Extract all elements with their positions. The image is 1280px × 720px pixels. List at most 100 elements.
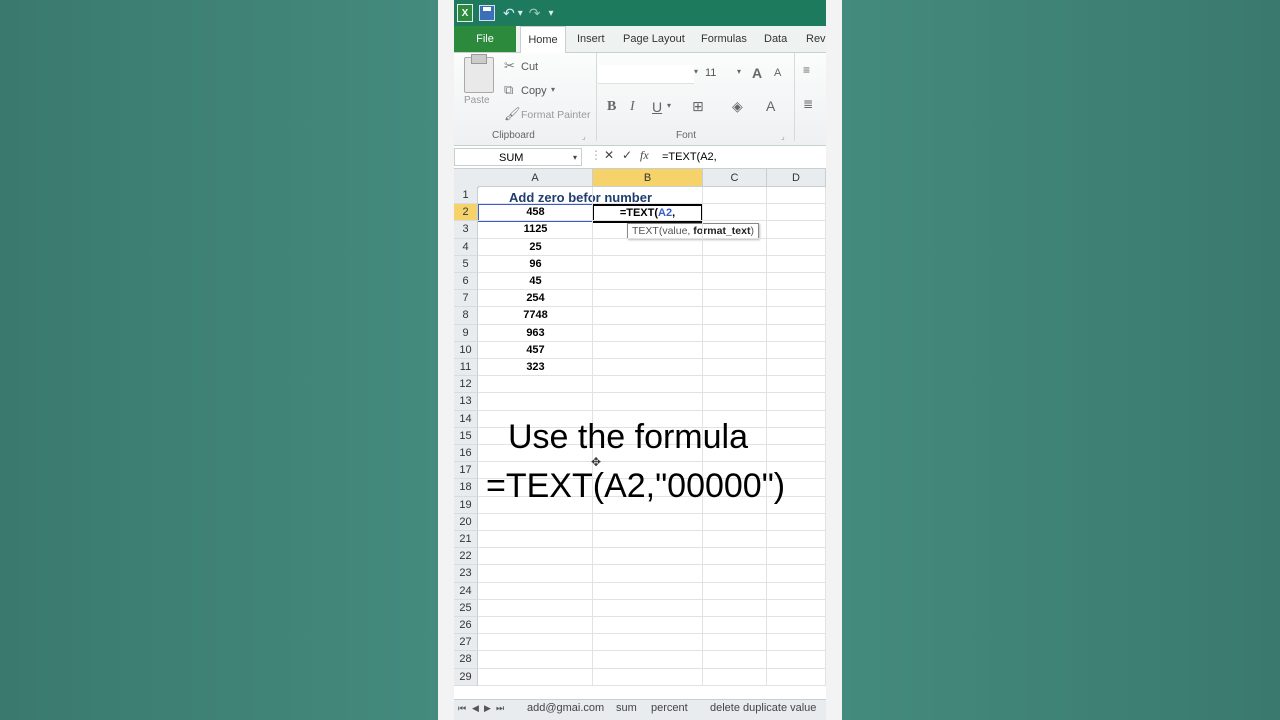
- column-header-a[interactable]: A: [478, 169, 593, 187]
- tab-insert[interactable]: Insert: [577, 26, 605, 52]
- row-header-11[interactable]: 11: [454, 359, 478, 377]
- copy-dropdown-icon[interactable]: ▾: [551, 85, 555, 94]
- enter-icon[interactable]: ✓: [622, 148, 632, 162]
- row-header-13[interactable]: 13: [454, 393, 478, 411]
- customize-icon[interactable]: ▾: [549, 4, 554, 22]
- name-box-dropdown-icon[interactable]: ▾: [573, 149, 577, 167]
- row-header-1[interactable]: 1: [454, 187, 478, 205]
- cell-a3[interactable]: 1125: [478, 221, 593, 238]
- sheet-tab-email[interactable]: add@gmai.com: [527, 702, 604, 714]
- underline-dropdown-icon[interactable]: ▾: [667, 101, 671, 110]
- copy-button[interactable]: Copy: [521, 85, 547, 97]
- row-header-23[interactable]: 23: [454, 565, 478, 583]
- font-launcher-icon[interactable]: ⌟: [781, 132, 785, 141]
- name-box[interactable]: SUM ▾: [454, 148, 582, 166]
- last-sheet-icon[interactable]: ⏭: [496, 703, 504, 714]
- row-header-3[interactable]: 3: [454, 221, 478, 239]
- sheet-tab-sum[interactable]: sum: [616, 702, 637, 714]
- row-header-15[interactable]: 15: [454, 427, 478, 445]
- row-header-6[interactable]: 6: [454, 273, 478, 291]
- cell-a11[interactable]: 323: [478, 359, 593, 376]
- save-icon[interactable]: [479, 5, 495, 21]
- cancel-icon[interactable]: ✕: [604, 148, 614, 162]
- row-header-20[interactable]: 20: [454, 513, 478, 531]
- grow-font-button[interactable]: A: [752, 65, 762, 81]
- cell-a4[interactable]: 25: [478, 239, 593, 256]
- tab-file[interactable]: File: [454, 26, 516, 52]
- cell-a6[interactable]: 45: [478, 273, 593, 290]
- cell-a7[interactable]: 254: [478, 290, 593, 307]
- column-header-d[interactable]: D: [767, 169, 826, 187]
- row-header-10[interactable]: 10: [454, 341, 478, 359]
- underline-button[interactable]: U: [652, 99, 662, 115]
- next-sheet-icon[interactable]: ▶: [484, 703, 491, 714]
- tab-data[interactable]: Data: [764, 26, 787, 52]
- row-header-29[interactable]: 29: [454, 668, 478, 686]
- dropdown-icon[interactable]: ▾: [518, 4, 523, 22]
- font-dropdown-icon[interactable]: ▾: [694, 67, 698, 76]
- row-header-2[interactable]: 2: [454, 204, 478, 222]
- cursor-icon: ✥: [591, 455, 602, 469]
- format-painter-icon[interactable]: 🖌: [504, 106, 521, 122]
- row-header-7[interactable]: 7: [454, 290, 478, 308]
- prev-sheet-icon[interactable]: ◀: [472, 703, 479, 714]
- insert-function-icon[interactable]: fx: [640, 148, 649, 163]
- excel-icon[interactable]: X: [457, 4, 473, 22]
- row-header-19[interactable]: 19: [454, 496, 478, 514]
- row-header-27[interactable]: 27: [454, 634, 478, 652]
- row-header-12[interactable]: 12: [454, 376, 478, 394]
- font-size-dropdown-icon[interactable]: ▾: [737, 67, 741, 76]
- cell-a8[interactable]: 7748: [478, 307, 593, 324]
- font-color-button[interactable]: A: [766, 98, 775, 114]
- row-header-25[interactable]: 25: [454, 599, 478, 617]
- tab-review[interactable]: Revi: [806, 26, 826, 52]
- scissors-icon[interactable]: ✂: [504, 58, 515, 74]
- tooltip-function: TEXT(value,: [632, 225, 694, 238]
- select-all-corner[interactable]: [454, 169, 479, 188]
- column-header-c[interactable]: C: [703, 169, 767, 187]
- paste-label[interactable]: Paste: [464, 95, 490, 106]
- row-header-8[interactable]: 8: [454, 307, 478, 325]
- row-header-16[interactable]: 16: [454, 445, 478, 463]
- row-header-5[interactable]: 5: [454, 255, 478, 273]
- clipboard-launcher-icon[interactable]: ⌟: [582, 132, 586, 141]
- bold-button[interactable]: B: [607, 99, 616, 115]
- cell-a2[interactable]: 458: [478, 204, 593, 221]
- redo-icon[interactable]: ↷: [529, 4, 541, 22]
- fill-color-icon[interactable]: ◈: [732, 98, 743, 115]
- shrink-font-button[interactable]: A: [774, 67, 781, 79]
- copy-icon[interactable]: ⧉: [504, 82, 513, 98]
- cell-a10[interactable]: 457: [478, 342, 593, 359]
- row-header-22[interactable]: 22: [454, 548, 478, 566]
- row-header-17[interactable]: 17: [454, 462, 478, 480]
- row-header-14[interactable]: 14: [454, 410, 478, 428]
- tab-formulas[interactable]: Formulas: [701, 26, 747, 52]
- sheet-tab-delete-duplicate[interactable]: delete duplicate value: [710, 702, 816, 714]
- paste-icon[interactable]: [464, 54, 494, 93]
- row-header-4[interactable]: 4: [454, 238, 478, 256]
- cut-button[interactable]: Cut: [521, 61, 538, 73]
- border-icon[interactable]: ⊞: [692, 98, 704, 115]
- tab-home[interactable]: Home: [520, 26, 566, 54]
- formula-input[interactable]: =TEXT(A2,: [662, 148, 717, 166]
- align-top-icon[interactable]: ≡: [803, 63, 810, 77]
- cell-a9[interactable]: 963: [478, 325, 593, 342]
- row-header-9[interactable]: 9: [454, 324, 478, 342]
- row-header-21[interactable]: 21: [454, 531, 478, 549]
- sheet-tab-percent[interactable]: percent: [651, 702, 688, 714]
- row-header-24[interactable]: 24: [454, 582, 478, 600]
- row-header-28[interactable]: 28: [454, 651, 478, 669]
- row-header-26[interactable]: 26: [454, 617, 478, 635]
- row-header-18[interactable]: 18: [454, 479, 478, 497]
- ribbon-tabs: File Home Insert Page Layout Formulas Da…: [454, 26, 826, 54]
- format-painter-button[interactable]: Format Painter: [521, 109, 590, 121]
- undo-icon[interactable]: ↶: [503, 4, 515, 22]
- cell-a5[interactable]: 96: [478, 256, 593, 273]
- italic-button[interactable]: I: [630, 99, 635, 115]
- font-size-box[interactable]: 11: [705, 67, 716, 79]
- font-name-box[interactable]: [598, 65, 694, 84]
- align-left-icon[interactable]: ≣: [803, 97, 813, 111]
- tab-page-layout[interactable]: Page Layout: [623, 26, 685, 52]
- column-header-b[interactable]: B: [593, 169, 703, 187]
- first-sheet-icon[interactable]: ⏮: [458, 703, 466, 714]
